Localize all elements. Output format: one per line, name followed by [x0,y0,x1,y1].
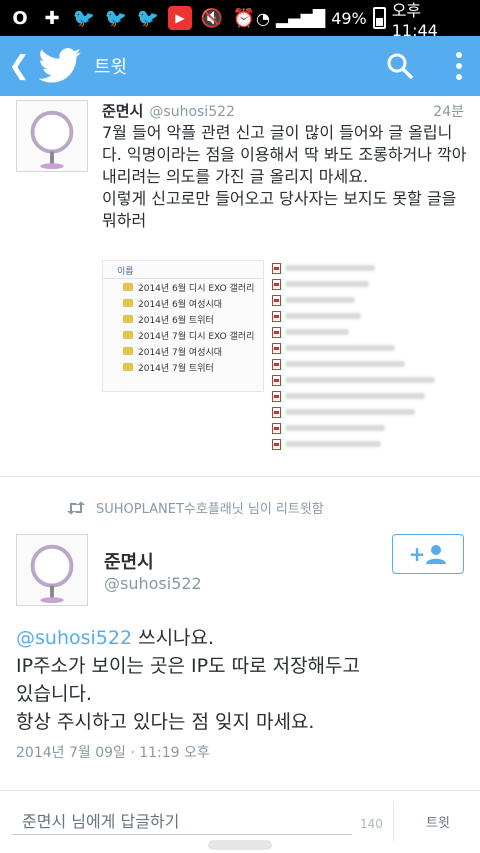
twitter-bird-icon [38,48,81,83]
back-chevron-icon[interactable]: ❮ [4,51,34,81]
plus-app-icon: ✚ [44,7,60,29]
youtube-icon: ▶ [168,6,192,30]
notification-icons: O ✚ 🐦 🐦 🐦 ▶ 🔇 ⏰ [8,6,256,30]
pdf-row [272,436,452,452]
character-count: 140 [360,817,383,831]
pdf-icon [272,422,281,434]
folder-row: 2014년 7월 트위터 [103,359,263,375]
alarm-icon: ⏰ [232,7,256,29]
pdf-icon [272,358,281,370]
search-icon [387,53,413,79]
app-o-icon: O [12,7,28,29]
folder-icon [123,315,133,323]
twitter-notification-icon: 🐦 [72,7,96,29]
pdf-icon [272,262,281,274]
tweet-line: 항상 주시하고 있다는 점 잊지 마세요. [16,711,315,733]
clock: 오후 11:44 [391,0,438,40]
folder-row: 2014년 6월 트위터 [103,311,263,327]
search-button[interactable] [380,46,420,86]
author-handle[interactable]: @suhosi522 [149,104,235,120]
wifi-icon: ◔ [256,8,270,28]
author-handle[interactable]: @suhosi522 [104,574,202,593]
dot-icon [456,74,462,80]
battery-percent: 49% [331,8,367,28]
pdf-icon [272,278,281,290]
avatar[interactable] [16,100,88,172]
app-bar: ❮ 트윗 [0,36,480,96]
add-user-icon [426,545,447,564]
retweet-icon [67,501,85,514]
folder-icon [123,299,133,307]
divider [0,476,480,477]
folder-row: 2014년 6월 디시 EXO 갤러리 [103,279,263,295]
pdf-icon [272,438,281,450]
pdf-row [272,260,452,276]
pdf-icon [272,294,281,306]
retweet-indicator[interactable]: SUHOPLANET수호플래닛 님이 리트윗함 [66,498,324,517]
folder-row: 2014년 6월 여성시대 [103,295,263,311]
dot-icon [456,52,462,58]
folder-icon [123,331,133,339]
author-name[interactable]: 준면시 [102,100,143,121]
blurred-pdf-list [272,260,452,460]
pdf-icon [272,390,281,402]
mention-link[interactable]: @suhosi522 [16,627,132,649]
stop-sign-avatar-image [17,101,87,171]
pdf-row [272,340,452,356]
pdf-row [272,356,452,372]
pdf-row [272,308,452,324]
page-title: 트윗 [94,57,128,78]
system-status: ◔ ▂▄▆█ 49% 오후 11:44 [256,0,472,40]
overflow-menu-button[interactable] [444,46,474,86]
folder-icon [123,347,133,355]
pdf-row [272,372,452,388]
signal-icon: ▂▄▆█ [275,8,326,28]
pdf-icon [272,326,281,338]
pdf-icon [272,374,281,386]
tweet-text: 7월 들어 악플 관련 신고 글이 많이 들어와 글 올립니다. 익명이라는 점… [102,123,467,230]
tweet-time: 24분 [433,104,464,120]
twitter-notification-icon-2: 🐦 [104,7,128,29]
plus-label: + [408,542,426,566]
folder-row: 2014년 7월 여성시대 [103,343,263,359]
reply-input[interactable] [12,809,352,835]
column-header: 이름 [103,261,263,279]
tweet-image[interactable]: 이름 2014년 6월 디시 EXO 갤러리 2014년 6월 여성시대 201… [102,260,452,460]
tweet-line: IP주소가 보이는 곳은 IP도 따로 저장해두고 [16,655,361,677]
pdf-row [272,324,452,340]
status-bar: O ✚ 🐦 🐦 🐦 ▶ 🔇 ⏰ ◔ ▂▄▆█ 49% 오후 11:44 [0,0,480,40]
tweet-timestamp: 2014년 7월 09일 · 11:19 오후 [16,745,210,761]
stop-sign-avatar-image [17,535,87,605]
tweet-previous[interactable]: 준면시 @suhosi522 24분 7월 들어 악플 관련 신고 글이 많이 … [0,96,480,472]
retweet-label: SUHOPLANET수호플래닛 님이 리트윗함 [96,502,324,517]
pdf-row [272,388,452,404]
mute-icon: 🔇 [200,7,224,29]
follow-button[interactable]: + [392,534,464,574]
pdf-icon [272,310,281,322]
tweet-send-button[interactable]: 트윗 [396,803,480,839]
pdf-icon [272,342,281,354]
pdf-row [272,276,452,292]
pdf-row [272,292,452,308]
tweet-line: 있습니다. [16,683,92,705]
pdf-row [272,404,452,420]
dot-icon [456,63,462,69]
pdf-icon [272,406,281,418]
folder-icon [123,363,133,371]
battery-icon [372,7,386,29]
twitter-notification-icon-3: 🐦 [136,7,160,29]
file-explorer-screenshot: 이름 2014년 6월 디시 EXO 갤러리 2014년 6월 여성시대 201… [102,260,264,392]
tweet-text: @suhosi522 쓰시나요. IP주소가 보이는 곳은 IP도 따로 저장해… [16,624,466,736]
divider [393,801,394,841]
pdf-row [272,420,452,436]
nav-handle[interactable] [208,840,272,850]
folder-icon [123,283,133,291]
author-name[interactable]: 준면시 [104,548,154,574]
folder-row: 2014년 7월 디시 EXO 갤러리 [103,327,263,343]
avatar[interactable] [16,534,88,606]
